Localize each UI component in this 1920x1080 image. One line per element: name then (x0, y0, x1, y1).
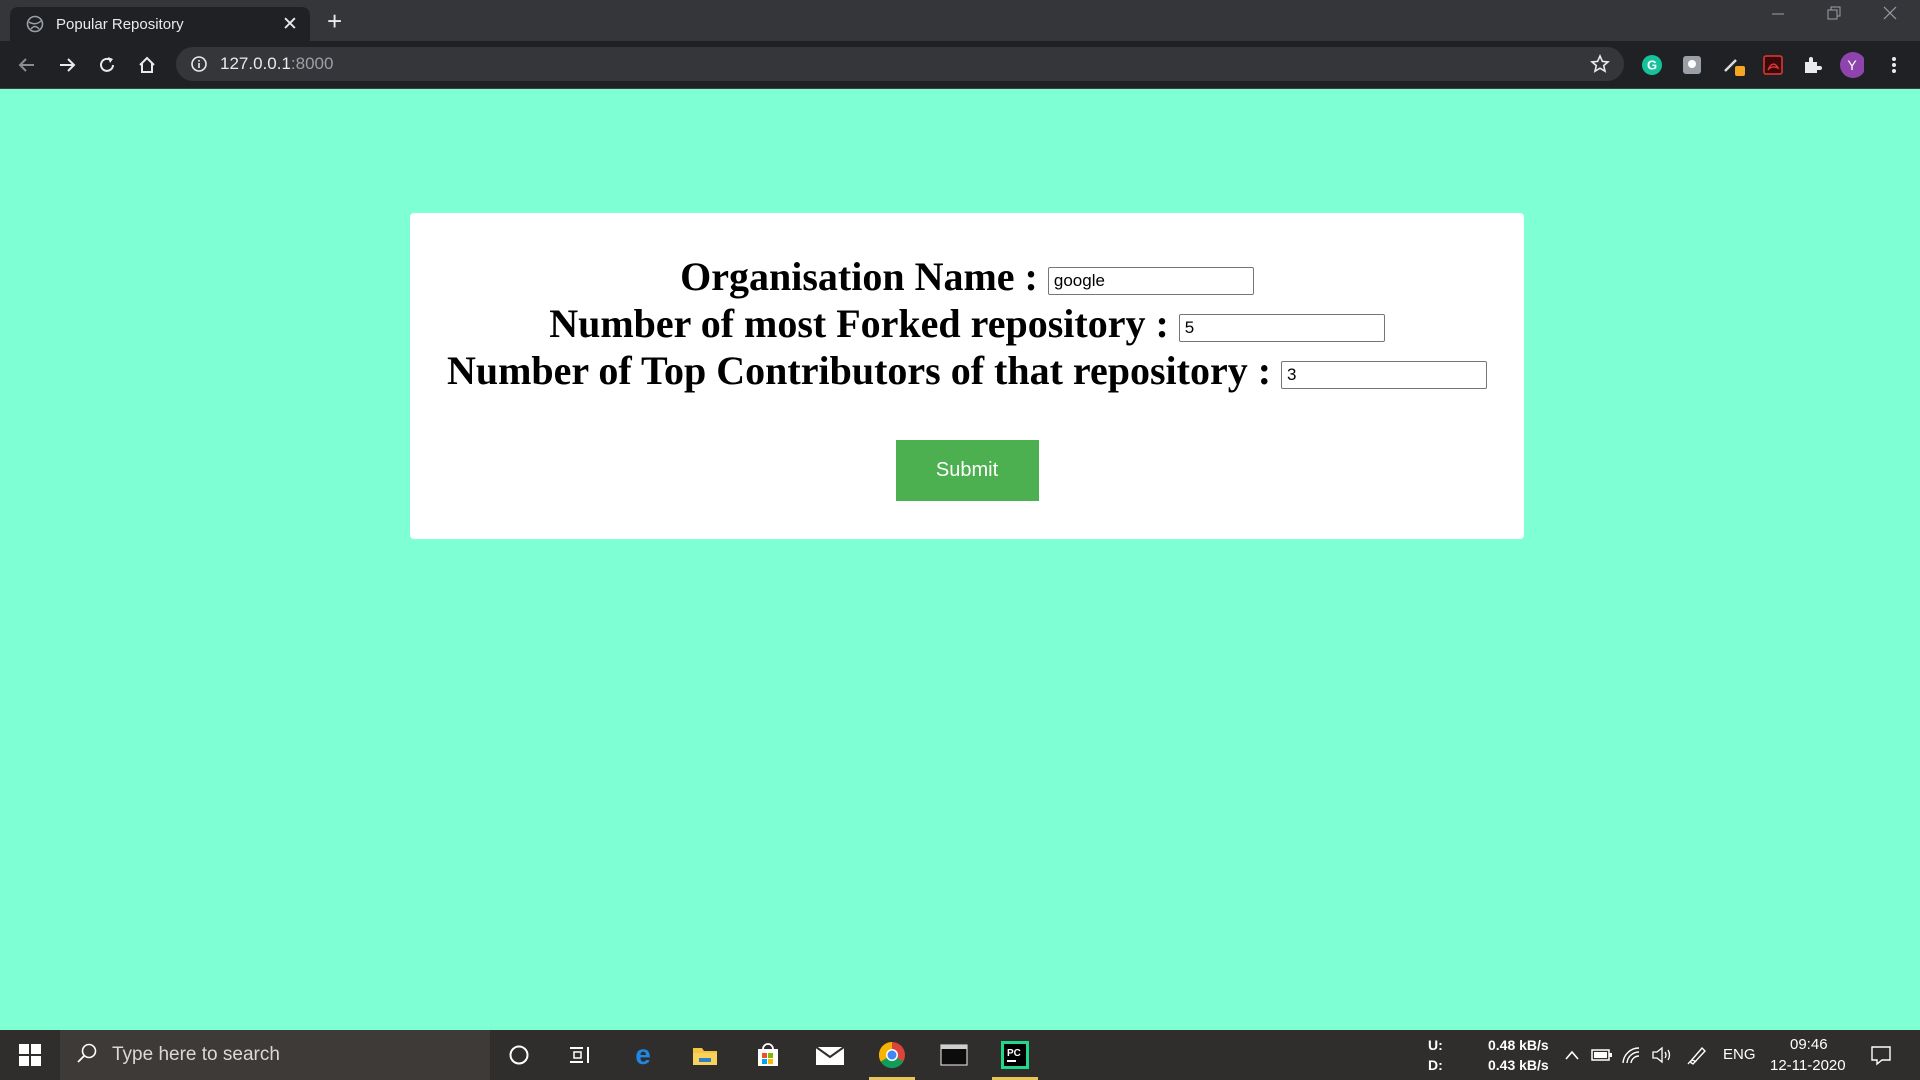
extension-square-icon[interactable] (1680, 53, 1704, 77)
org-row: Organisation Name : (410, 253, 1524, 300)
info-icon[interactable] (190, 55, 208, 73)
wifi-icon[interactable] (1617, 1030, 1647, 1080)
upload-speed: 0.48 kB/s (1488, 1037, 1549, 1053)
back-arrow-icon[interactable] (15, 53, 39, 77)
menu-kebab-icon[interactable] (1882, 53, 1906, 77)
download-label: D: (1428, 1057, 1443, 1073)
form-card: Organisation Name : Number of most Forke… (410, 213, 1524, 539)
terminal-icon[interactable] (927, 1030, 981, 1080)
svg-text:e: e (635, 1041, 651, 1069)
svg-text:PC: PC (1007, 1048, 1021, 1059)
browser-tab[interactable]: Popular Repository ✕ (10, 7, 310, 41)
tab-strip: Popular Repository ✕ + (0, 0, 1920, 41)
url-port: :8000 (290, 54, 334, 73)
tab-title: Popular Repository (56, 15, 184, 33)
reload-icon[interactable] (95, 53, 119, 77)
contributors-label: Number of Top Contributors of that repos… (446, 348, 1272, 393)
minimize-icon[interactable] (1770, 5, 1786, 26)
pycharm-icon[interactable]: PC (988, 1030, 1042, 1080)
taskbar-search[interactable]: Type here to search (60, 1030, 490, 1080)
windows-taskbar: Type here to search e PC U: D: 0.48 kB/s… (0, 1030, 1920, 1080)
language-indicator[interactable]: ENG (1723, 1045, 1756, 1065)
svg-text:G: G (1647, 58, 1657, 73)
forward-arrow-icon[interactable] (55, 53, 79, 77)
new-tab-button[interactable]: + (327, 7, 342, 35)
notifications-icon[interactable] (1858, 1030, 1904, 1080)
task-view-icon[interactable] (553, 1030, 607, 1080)
forked-count-input[interactable] (1178, 313, 1385, 342)
profile-avatar[interactable]: Y (1840, 52, 1864, 78)
file-explorer-icon[interactable] (678, 1030, 732, 1080)
clock-time[interactable]: 09:46 (1790, 1035, 1828, 1055)
volume-icon[interactable] (1647, 1030, 1677, 1080)
tab-close-icon[interactable]: ✕ (280, 13, 300, 36)
restore-icon[interactable] (1826, 5, 1842, 26)
contributors-row: Number of Top Contributors of that repos… (410, 347, 1524, 394)
close-window-icon[interactable] (1882, 5, 1898, 26)
submit-button[interactable]: Submit (895, 440, 1039, 501)
mail-icon[interactable] (803, 1030, 857, 1080)
grammarly-icon[interactable]: G (1640, 53, 1664, 77)
clock-date[interactable]: 12-11-2020 (1770, 1056, 1846, 1076)
edge-browser-icon[interactable]: e (616, 1030, 670, 1080)
download-speed: 0.43 kB/s (1488, 1057, 1549, 1073)
url-host: 127.0.0.1 (220, 54, 291, 73)
search-icon (76, 1042, 98, 1069)
extensions-puzzle-icon[interactable] (1800, 53, 1824, 77)
chrome-icon[interactable] (865, 1030, 919, 1080)
pen-extension-icon[interactable] (1722, 53, 1746, 77)
pen-ink-icon[interactable] (1682, 1030, 1712, 1080)
address-bar[interactable]: 127.0.0.1:8000 (176, 47, 1624, 81)
profile-initial: Y (1847, 57, 1857, 73)
forked-label: Number of most Forked repository : (549, 301, 1169, 346)
bookmark-star-icon[interactable] (1590, 54, 1610, 79)
pdf-icon[interactable] (1761, 53, 1785, 77)
store-icon[interactable] (741, 1030, 795, 1080)
battery-icon[interactable] (1587, 1030, 1617, 1080)
home-icon[interactable] (135, 53, 159, 77)
chevron-up-icon[interactable] (1557, 1030, 1587, 1080)
contributors-count-input[interactable] (1281, 360, 1488, 389)
page-content: Organisation Name : Number of most Forke… (0, 89, 1920, 1030)
cortana-icon[interactable] (492, 1030, 546, 1080)
browser-toolbar: 127.0.0.1:8000 G Y (0, 41, 1920, 89)
upload-label: U: (1428, 1037, 1443, 1053)
org-label: Organisation Name : (680, 254, 1038, 299)
search-placeholder: Type here to search (112, 1044, 280, 1065)
org-name-input[interactable] (1047, 266, 1254, 295)
globe-icon (26, 15, 44, 33)
windows-start-icon[interactable] (0, 1030, 60, 1080)
forked-row: Number of most Forked repository : (410, 300, 1524, 347)
